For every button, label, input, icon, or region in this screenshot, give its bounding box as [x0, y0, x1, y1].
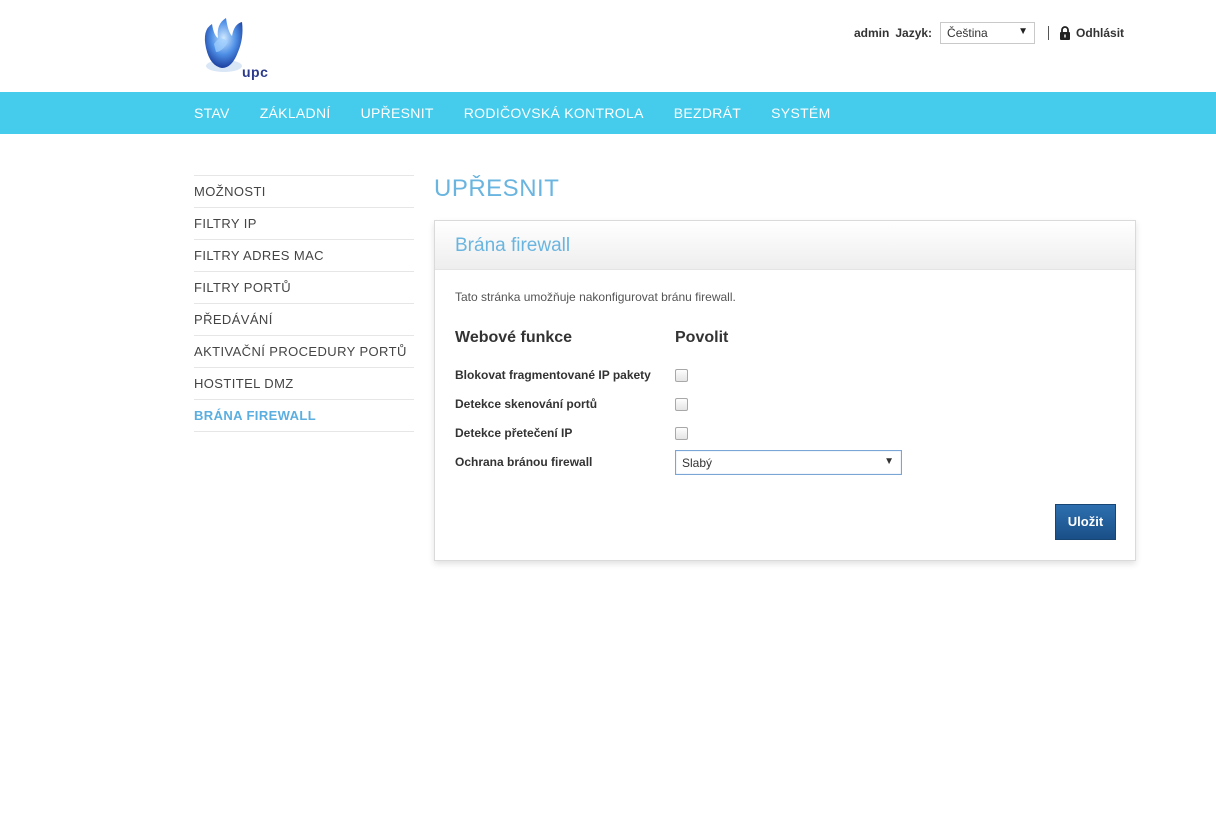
logo-text: upc — [242, 64, 269, 80]
ip-flood-checkbox[interactable] — [675, 427, 688, 440]
sidebar: MOŽNOSTI FILTRY IP FILTRY ADRES MAC FILT… — [194, 175, 414, 432]
save-button[interactable]: Uložit — [1055, 504, 1116, 540]
sidebar-item-predavani[interactable]: PŘEDÁVÁNÍ — [194, 304, 414, 336]
nav-item-system[interactable]: SYSTÉM — [771, 105, 830, 121]
nav-item-bezdrat[interactable]: BEZDRÁT — [674, 105, 741, 121]
language-value: Čeština — [947, 26, 988, 40]
sidebar-item-filtry-portu[interactable]: FILTRY PORTŮ — [194, 272, 414, 304]
nav-item-rodicovska-kontrola[interactable]: RODIČOVSKÁ KONTROLA — [464, 105, 644, 121]
language-label: Jazyk: — [895, 26, 933, 40]
main-nav: STAV ZÁKLADNÍ UPŘESNIT RODIČOVSKÁ KONTRO… — [0, 92, 1216, 134]
fragmented-ip-checkbox[interactable] — [675, 369, 688, 382]
header: upc admin Jazyk: Čeština ▼ Odhlásit — [0, 0, 1216, 92]
lock-icon — [1060, 26, 1071, 40]
logout-link[interactable]: Odhlásit — [1076, 26, 1124, 40]
firewall-protection-select[interactable]: Slabý ▼ — [675, 450, 902, 475]
port-scan-checkbox[interactable] — [675, 398, 688, 411]
column-header-feature: Webové funkce — [455, 329, 573, 346]
user-area: admin Jazyk: Čeština ▼ Odhlásit — [854, 22, 1124, 44]
firewall-panel: Brána firewall Tato stránka umožňuje nak… — [434, 220, 1136, 561]
fragmented-ip-label: Blokovat fragmentované IP pakety — [455, 368, 651, 382]
divider — [1048, 26, 1050, 40]
port-scan-label: Detekce skenování portů — [455, 397, 598, 411]
nav-item-zakladni[interactable]: ZÁKLADNÍ — [260, 105, 331, 121]
sidebar-item-hostitel-dmz[interactable]: HOSTITEL DMZ — [194, 368, 414, 400]
nav-item-stav[interactable]: STAV — [194, 105, 230, 121]
ip-flood-label: Detekce přetečení IP — [455, 426, 573, 440]
firewall-protection-value: Slabý — [682, 456, 713, 470]
column-header-enable: Povolit — [675, 329, 729, 346]
panel-title: Brána firewall — [455, 235, 571, 256]
sidebar-item-aktivacni-procedury[interactable]: AKTIVAČNÍ PROCEDURY PORTŮ — [194, 336, 414, 368]
nav-item-upresnit[interactable]: UPŘESNIT — [361, 105, 434, 121]
firewall-protection-label: Ochrana bránou firewall — [455, 455, 593, 469]
panel-description: Tato stránka umožňuje nakonfigurovat brá… — [455, 290, 736, 304]
language-select[interactable]: Čeština ▼ — [940, 22, 1036, 44]
username: admin — [854, 26, 890, 40]
sidebar-item-moznosti[interactable]: MOŽNOSTI — [194, 176, 414, 208]
chevron-down-icon: ▼ — [884, 456, 894, 467]
sidebar-item-filtry-mac[interactable]: FILTRY ADRES MAC — [194, 240, 414, 272]
page-title: UPŘESNIT — [434, 175, 560, 202]
sidebar-item-filtry-ip[interactable]: FILTRY IP — [194, 208, 414, 240]
panel-header: Brána firewall — [435, 221, 1135, 270]
sidebar-item-brana-firewall[interactable]: BRÁNA FIREWALL — [194, 400, 414, 432]
chevron-down-icon: ▼ — [1018, 26, 1029, 37]
